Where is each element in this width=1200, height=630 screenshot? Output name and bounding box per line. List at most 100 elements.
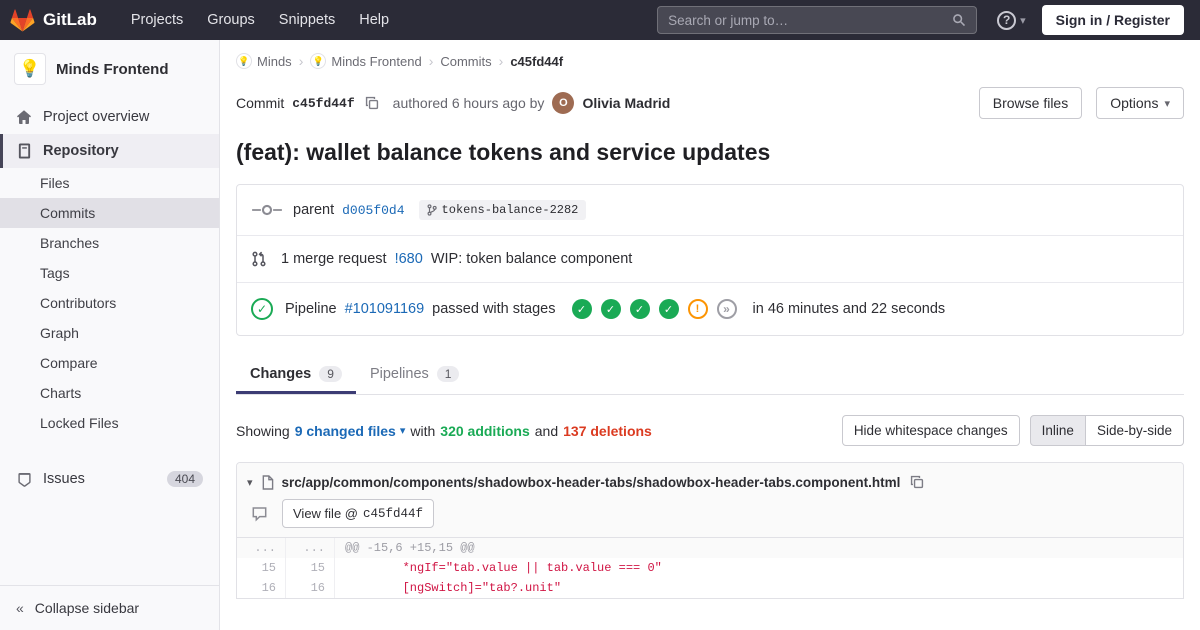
side-by-side-view-button[interactable]: Side-by-side xyxy=(1084,415,1184,446)
diff-file-header: ▾ src/app/common/components/shadowbox-he… xyxy=(237,463,1183,538)
with-label: with xyxy=(410,422,436,439)
collapse-sidebar-button[interactable]: « Collapse sidebar xyxy=(0,585,219,630)
hide-whitespace-button[interactable]: Hide whitespace changes xyxy=(841,415,1020,446)
toggle-comments-button[interactable] xyxy=(249,504,270,524)
breadcrumb-label: Minds xyxy=(257,53,292,69)
help-dropdown[interactable]: ? ▾ xyxy=(997,10,1026,30)
tab-pipelines[interactable]: Pipelines 1 xyxy=(356,354,474,394)
old-line-number[interactable]: 15 xyxy=(237,558,286,578)
search-icon[interactable] xyxy=(952,13,966,27)
sidebar-item-issues[interactable]: Issues 404 xyxy=(0,462,219,496)
new-line-number[interactable]: 16 xyxy=(286,578,335,598)
sidebar-item-label: Repository xyxy=(43,143,119,159)
pipelines-count-badge: 1 xyxy=(436,366,460,382)
stage-success-icon[interactable]: ✓ xyxy=(629,299,650,319)
diff-view-controls: Hide whitespace changes Inline Side-by-s… xyxy=(841,415,1184,446)
diff-file-path[interactable]: src/app/common/components/shadowbox-head… xyxy=(282,475,901,490)
diff-hunk-row: ... ... @@ -15,6 +15,15 @@ xyxy=(237,538,1183,558)
changes-count-badge: 9 xyxy=(319,366,342,382)
nav-snippets[interactable]: Snippets xyxy=(267,0,347,40)
pipeline-row: ✓ Pipeline #101091169 passed with stages… xyxy=(237,282,1183,335)
merge-request-link[interactable]: !680 xyxy=(395,251,423,267)
commit-info-box: parent d005f0d4 tokens-balance-2282 1 me… xyxy=(236,184,1184,336)
breadcrumb: 💡 Minds › 💡 Minds Frontend › Commits › c… xyxy=(236,40,1184,79)
nav-groups[interactable]: Groups xyxy=(195,0,267,40)
author-avatar[interactable]: O xyxy=(552,92,575,114)
old-line-number[interactable]: 16 xyxy=(237,578,286,598)
browse-files-button[interactable]: Browse files xyxy=(978,87,1083,119)
sidebar-item-files[interactable]: Files xyxy=(0,168,219,198)
sidebar-item-locked-files[interactable]: Locked Files xyxy=(0,408,219,438)
options-dropdown-button[interactable]: Options ▾ xyxy=(1096,87,1184,119)
view-file-button[interactable]: View file @ c45fd44f xyxy=(282,499,434,528)
collapse-icon: « xyxy=(16,600,24,616)
and-label: and xyxy=(534,422,559,439)
breadcrumb-commits[interactable]: Commits xyxy=(440,54,491,69)
issues-icon xyxy=(16,471,32,487)
sidebar-project-header[interactable]: 💡 Minds Frontend xyxy=(0,40,219,100)
copy-sha-button[interactable] xyxy=(363,94,381,112)
old-line-number[interactable]: ... xyxy=(237,538,286,558)
nav-projects[interactable]: Projects xyxy=(119,0,195,40)
parent-sha-link[interactable]: d005f0d4 xyxy=(342,203,404,218)
pipeline-link[interactable]: #101091169 xyxy=(345,301,425,317)
breadcrumb-label: Commits xyxy=(440,53,492,69)
breadcrumb-project[interactable]: 💡 Minds Frontend xyxy=(310,53,422,69)
issues-count-badge: 404 xyxy=(166,471,203,487)
inline-view-button[interactable]: Inline xyxy=(1029,415,1086,446)
sidebar-item-charts[interactable]: Charts xyxy=(0,378,219,408)
main-content: 💡 Minds › 💡 Minds Frontend › Commits › c… xyxy=(220,40,1200,630)
breadcrumb-group[interactable]: 💡 Minds xyxy=(236,53,292,69)
changed-files-dropdown[interactable]: 9 changed files ▾ xyxy=(295,423,406,439)
sidebar-item-commits[interactable]: Commits xyxy=(0,198,219,228)
additions-count: 320 additions xyxy=(440,422,530,439)
search-box[interactable] xyxy=(657,6,978,34)
chevron-right-icon: › xyxy=(428,53,434,69)
diff-summary-row: Showing 9 changed files ▾ with 320 addit… xyxy=(236,415,1184,446)
merge-request-row: 1 merge request !680 WIP: token balance … xyxy=(237,235,1183,282)
sidebar-item-compare[interactable]: Compare xyxy=(0,348,219,378)
commit-label: Commit xyxy=(236,95,285,111)
search-input[interactable] xyxy=(668,12,953,28)
tab-changes[interactable]: Changes 9 xyxy=(236,354,356,394)
sidebar-item-contributors[interactable]: Contributors xyxy=(0,288,219,318)
sidebar-item-project-overview[interactable]: Project overview xyxy=(0,100,219,134)
new-line-number[interactable]: ... xyxy=(286,538,335,558)
author-name[interactable]: Olivia Madrid xyxy=(582,95,670,111)
commit-meta-header: Commit c45fd44f authored 6 hours ago by … xyxy=(236,87,1184,119)
branch-ref-badge[interactable]: tokens-balance-2282 xyxy=(418,200,587,220)
diff-file-header-top: ▾ src/app/common/components/shadowbox-he… xyxy=(247,473,1173,491)
commit-tabs: Changes 9 Pipelines 1 xyxy=(236,354,1184,395)
stage-success-icon[interactable]: ✓ xyxy=(571,299,592,319)
nav-help[interactable]: Help xyxy=(347,0,401,40)
stage-warning-icon[interactable]: ! xyxy=(687,299,708,319)
code-line: [ngSwitch]="tab?.unit" xyxy=(345,581,562,595)
commit-graph-icon xyxy=(251,203,283,217)
merge-request-icon xyxy=(251,251,267,267)
project-sidebar: 💡 Minds Frontend Project overview Reposi… xyxy=(0,40,220,630)
parent-label: parent xyxy=(293,202,335,218)
pipeline-label: Pipeline xyxy=(285,301,337,317)
stage-skipped-icon[interactable]: » xyxy=(716,299,737,319)
sidebar-item-branches[interactable]: Branches xyxy=(0,228,219,258)
repository-icon xyxy=(16,143,32,159)
stage-success-icon[interactable]: ✓ xyxy=(658,299,679,319)
breadcrumb-current-sha: c45fd44f xyxy=(510,53,564,69)
breadcrumb-label: Minds Frontend xyxy=(331,53,422,69)
file-icon xyxy=(261,474,274,490)
sidebar-item-repository[interactable]: Repository xyxy=(0,134,219,168)
diff-line-row: 15 15 *ngIf="tab.value || tab.value === … xyxy=(237,558,1183,578)
new-line-number[interactable]: 15 xyxy=(286,558,335,578)
chevron-right-icon: › xyxy=(498,53,504,69)
stage-success-icon[interactable]: ✓ xyxy=(600,299,621,319)
pipeline-status-icon[interactable]: ✓ xyxy=(251,298,273,320)
brand-text: GitLab xyxy=(43,10,97,29)
sign-in-button[interactable]: Sign in / Register xyxy=(1041,5,1184,35)
tanuki-icon xyxy=(10,8,35,32)
sidebar-item-tags[interactable]: Tags xyxy=(0,258,219,288)
gitlab-logo[interactable]: GitLab xyxy=(10,8,97,32)
collapse-diff-icon[interactable]: ▾ xyxy=(247,476,253,489)
sidebar-item-graph[interactable]: Graph xyxy=(0,318,219,348)
chevron-down-icon: ▾ xyxy=(399,425,406,437)
copy-path-button[interactable] xyxy=(908,473,926,491)
